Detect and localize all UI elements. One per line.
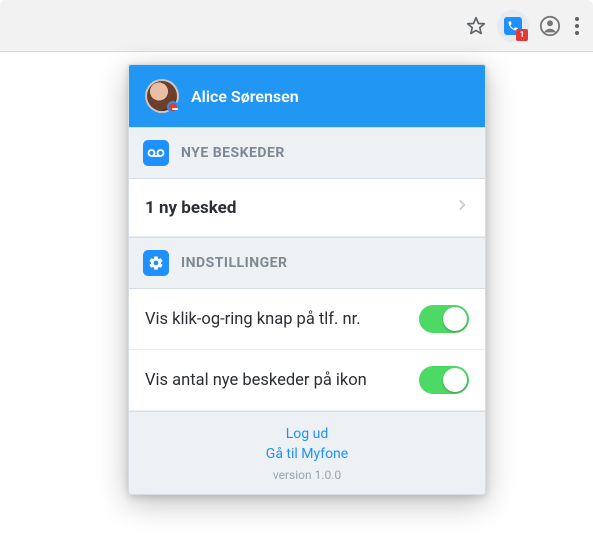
extension-icon[interactable]: 1 (497, 10, 529, 42)
chevron-right-icon (455, 195, 469, 220)
kebab-menu-icon[interactable] (571, 17, 583, 35)
setting-row-badge-count: Vis antal nye beskeder på ikon (129, 350, 485, 411)
profile-avatar-icon[interactable] (539, 15, 561, 37)
gear-icon (143, 250, 169, 276)
user-name: Alice Sørensen (191, 87, 299, 106)
logout-link[interactable]: Log ud (129, 426, 485, 442)
presence-dnd-icon (167, 101, 179, 113)
setting-label: Vis antal nye beskeder på ikon (145, 371, 367, 390)
toggle-badge-count[interactable] (419, 366, 469, 394)
section-title-messages: NYE BESKEDER (181, 145, 285, 161)
user-avatar (145, 79, 179, 113)
toggle-knob (443, 368, 467, 392)
section-title-settings: INDSTILLINGER (181, 255, 287, 271)
extension-badge: 1 (516, 29, 528, 41)
toggle-click-to-call[interactable] (419, 305, 469, 333)
section-header-settings: INDSTILLINGER (129, 237, 485, 289)
setting-row-click-to-call: Vis klik-og-ring knap på tlf. nr. (129, 289, 485, 350)
toggle-knob (443, 307, 467, 331)
setting-label: Vis klik-og-ring knap på tlf. nr. (145, 310, 361, 329)
section-header-messages: NYE BESKEDER (129, 127, 485, 179)
goto-myfone-link[interactable]: Gå til Myfone (129, 446, 485, 462)
version-label: version 1.0.0 (129, 468, 485, 482)
bookmark-star-icon[interactable] (465, 15, 487, 37)
browser-toolbar: 1 (0, 0, 593, 52)
popup-footer: Log ud Gå til Myfone version 1.0.0 (129, 411, 485, 494)
popup-header: Alice Sørensen (129, 65, 485, 127)
voicemail-icon (143, 140, 169, 166)
viewport: 1 Alice Sørensen (0, 0, 593, 548)
messages-count-label: 1 ny besked (145, 198, 236, 218)
messages-row[interactable]: 1 ny besked (129, 179, 485, 237)
extension-popup: Alice Sørensen NYE BESKEDER 1 ny besked (128, 64, 486, 495)
